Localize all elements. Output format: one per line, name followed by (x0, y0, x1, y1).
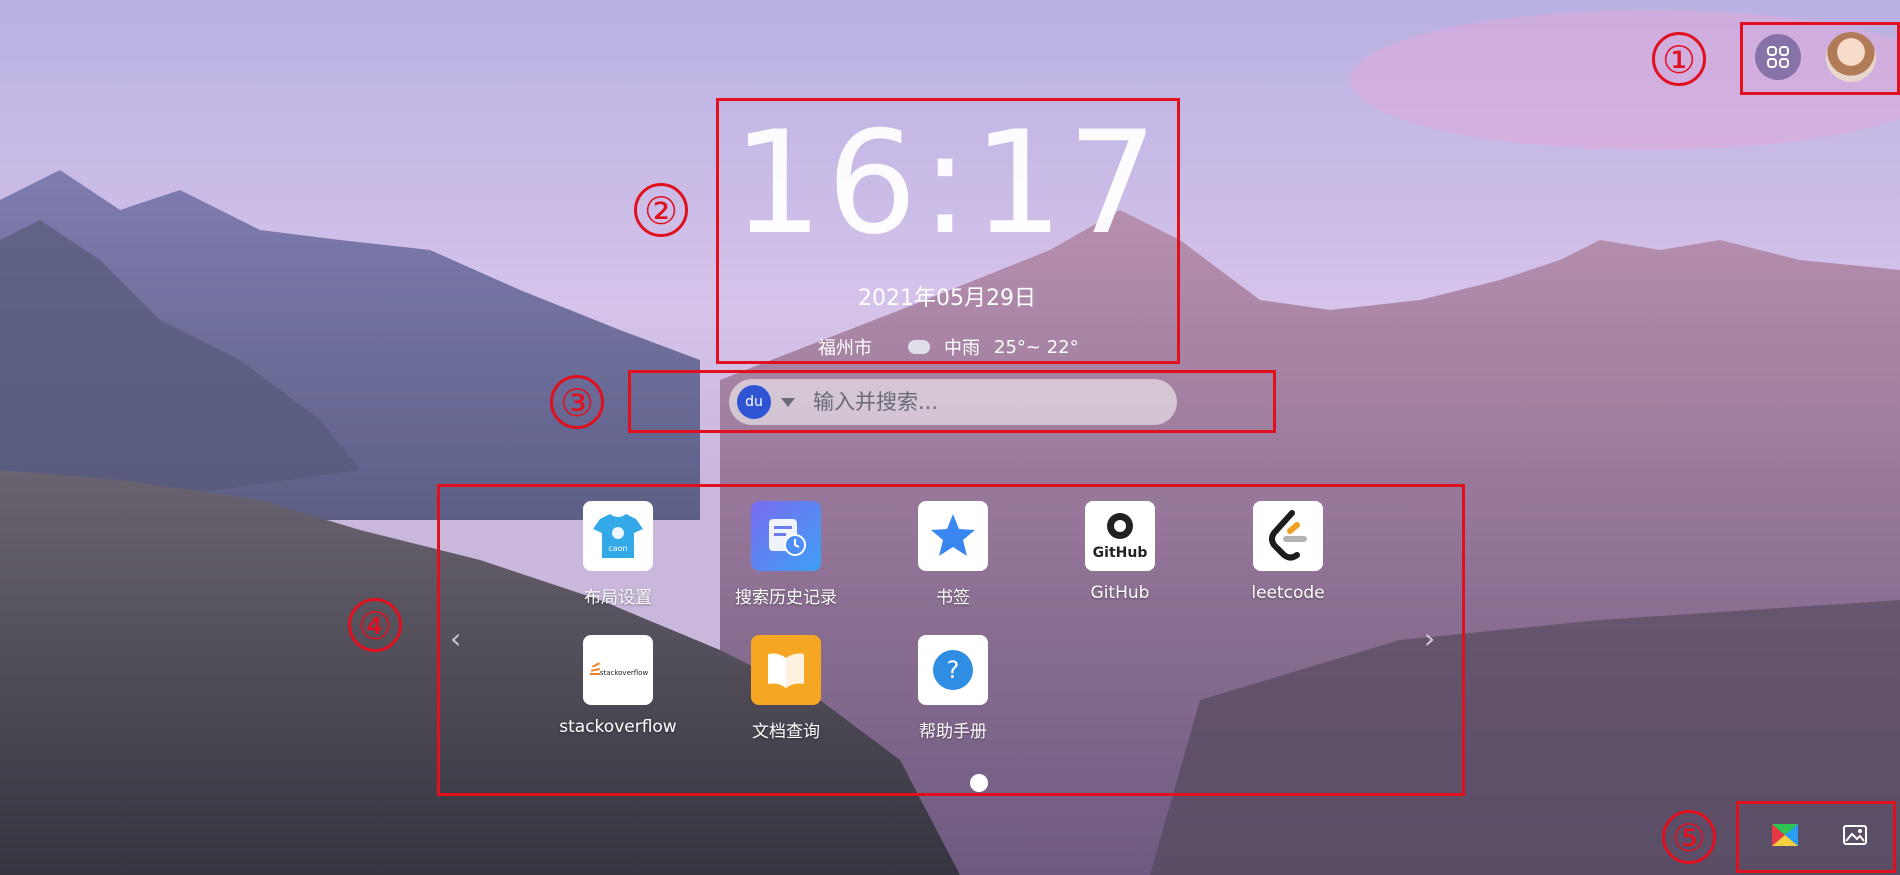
app-github[interactable]: GitHub GitHub (1045, 501, 1195, 603)
search-input[interactable] (811, 389, 1155, 415)
app-label: 书签 (936, 588, 970, 608)
app-label: 帮助手册 (919, 722, 987, 742)
app-label: 文档查询 (752, 722, 820, 742)
weather-widget[interactable]: 福州市 中雨 25°~ 22° (780, 334, 1140, 360)
user-avatar[interactable] (1826, 32, 1876, 82)
bottom-right-controls (1736, 800, 1894, 870)
svg-text:?: ? (947, 656, 960, 684)
clock-time: 16:17 (732, 101, 1162, 266)
app-search-history[interactable]: 搜索历史记录 (711, 501, 861, 608)
app-label: GitHub (1090, 583, 1150, 603)
star-icon (918, 501, 988, 571)
history-clock-icon (751, 501, 821, 571)
search-bar: du (729, 379, 1177, 425)
annotation-number-4: ④ (348, 598, 402, 652)
layout-shirt-icon: caon (583, 501, 653, 571)
top-right-controls (1742, 22, 1892, 92)
weather-temperature: 25°~ 22° (994, 336, 1079, 358)
annotation-number-2: ② (634, 183, 688, 237)
app-leetcode[interactable]: leetcode (1213, 501, 1363, 603)
baidu-paw-icon[interactable]: du (737, 385, 771, 419)
app-label: stackoverflow (559, 717, 677, 737)
app-grid: caon 布局设置 搜索历史记录 书签 GitHub GitHub leetco… (441, 488, 1461, 788)
engine-dropdown-icon[interactable] (781, 397, 795, 407)
wallpaper-image-icon[interactable] (1840, 820, 1870, 850)
app-stackoverflow[interactable]: stackoverflow stackoverflow (543, 635, 693, 737)
annotation-number-1: ① (1652, 32, 1706, 86)
annotation-number-3: ③ (550, 375, 604, 429)
clock-date: 2021年05月29日 (858, 286, 1036, 311)
annotation-number-5: ⑤ (1662, 810, 1716, 864)
github-icon: GitHub (1085, 501, 1155, 571)
app-label: leetcode (1251, 583, 1325, 603)
apps-grid-button[interactable] (1755, 34, 1801, 80)
cloud-rain-icon (908, 340, 930, 354)
app-label: 搜索历史记录 (735, 588, 837, 608)
github-tile-text: GitHub (1093, 545, 1148, 561)
app-doc-search[interactable]: 文档查询 (711, 635, 861, 742)
engine-label: du (745, 394, 763, 410)
grid-icon (1767, 46, 1789, 68)
app-help-manual[interactable]: ? 帮助手册 (878, 635, 1028, 742)
caon-text: caon (608, 544, 627, 553)
stackoverflow-tile-text: stackoverflow (600, 669, 649, 677)
help-question-icon: ? (918, 635, 988, 705)
app-bookmarks[interactable]: 书签 (878, 501, 1028, 608)
page-indicator-dot[interactable] (970, 774, 988, 792)
book-icon (751, 635, 821, 705)
colorful-bow-tie-icon[interactable] (1770, 820, 1800, 850)
leetcode-icon (1253, 501, 1323, 571)
app-label: 布局设置 (584, 588, 652, 608)
weather-condition: 中雨 (944, 338, 980, 359)
weather-city: 福州市 (818, 338, 872, 359)
app-layout-settings[interactable]: caon 布局设置 (543, 501, 693, 608)
stackoverflow-icon: stackoverflow (583, 635, 653, 705)
